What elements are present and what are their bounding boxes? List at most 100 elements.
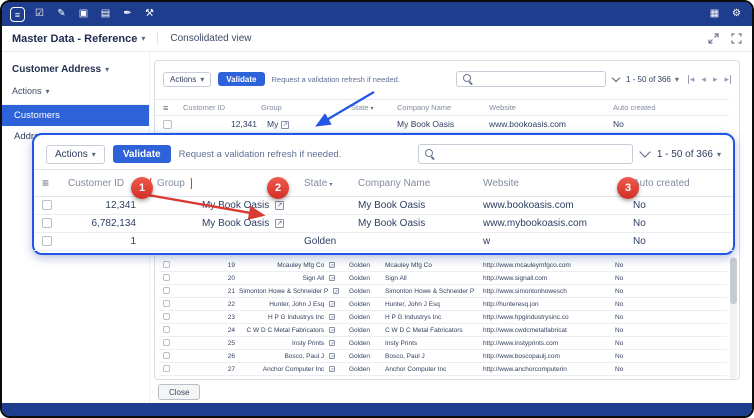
external-link-icon[interactable]: ↗: [329, 314, 335, 320]
table-row: 27Anchor Computer Inc ↗GoldenAnchor Comp…: [159, 363, 727, 376]
column-website[interactable]: Website: [481, 178, 631, 189]
expand-icon[interactable]: [708, 33, 719, 44]
scrollbar-thumb[interactable]: [730, 258, 737, 304]
table-row: 6,782,134My Book Oasis ↗My Book Oasiswww…: [34, 215, 733, 233]
row-select[interactable]: [40, 236, 66, 247]
row-select[interactable]: [40, 200, 66, 211]
row-checkbox[interactable]: [42, 218, 52, 228]
row-checkbox[interactable]: [42, 200, 52, 210]
cell-auto-created: No: [631, 200, 729, 211]
row-select[interactable]: [161, 365, 177, 372]
chevron-down-icon[interactable]: [639, 146, 650, 157]
table-row: 21Simonton Howe & Schneider P ↗GoldenSim…: [159, 285, 727, 298]
cell-group: My Book Oasis ↗: [148, 200, 294, 211]
external-link-icon[interactable]: ↗: [333, 288, 339, 294]
row-select[interactable]: [161, 287, 177, 294]
copy-icon[interactable]: ▣: [76, 7, 91, 22]
cell-group: Simonton Howe & Schneider P ↗: [237, 288, 341, 295]
row-select[interactable]: [161, 119, 181, 129]
column-menu-icon[interactable]: ≡: [42, 176, 49, 190]
prev-page-icon[interactable]: ◂: [701, 75, 706, 84]
pagination-range[interactable]: 1 - 50 of 366 ▾: [657, 149, 721, 160]
row-select[interactable]: [161, 339, 177, 346]
pagination-range-label: 1 - 50 of 366: [626, 75, 671, 84]
sidebar-actions-menu[interactable]: Actions ▾: [2, 79, 149, 105]
column-auto-created[interactable]: Auto created: [611, 103, 681, 112]
external-link-icon[interactable]: ↗: [329, 327, 335, 333]
tools-icon[interactable]: ⚒: [142, 7, 157, 22]
row-checkbox[interactable]: [163, 326, 170, 333]
close-button[interactable]: Close: [158, 384, 200, 400]
actions-button[interactable]: Actions ▾: [163, 72, 211, 87]
search-input[interactable]: [456, 71, 606, 87]
external-link-icon[interactable]: ↗: [329, 275, 335, 281]
column-website[interactable]: Website: [487, 103, 611, 112]
external-link-icon[interactable]: ↗: [275, 219, 284, 228]
external-link-icon[interactable]: ↗: [329, 366, 335, 372]
cell-company: My Book Oasis: [395, 119, 487, 129]
row-checkbox[interactable]: [42, 236, 52, 246]
row-checkbox[interactable]: [163, 339, 170, 346]
row-select[interactable]: [161, 261, 177, 268]
row-select[interactable]: [161, 274, 177, 281]
tasks-icon[interactable]: ☑: [32, 7, 47, 22]
search-input[interactable]: [418, 144, 633, 164]
row-checkbox[interactable]: [163, 261, 170, 268]
external-link-icon[interactable]: ↗: [281, 121, 289, 129]
external-link-icon[interactable]: ↗: [329, 353, 335, 359]
first-page-icon[interactable]: ◂: [688, 75, 695, 84]
external-link-icon[interactable]: ↗: [275, 201, 284, 210]
external-link-icon[interactable]: ↗: [329, 262, 335, 268]
column-company-name[interactable]: Company Name: [395, 103, 487, 112]
column-auto-created[interactable]: Auto created: [631, 178, 729, 189]
settings-gear-icon[interactable]: ⚙: [729, 7, 744, 22]
cell-auto-created: No: [613, 262, 673, 269]
column-group[interactable]: Group: [259, 103, 349, 112]
row-checkbox[interactable]: [163, 274, 170, 281]
pagination-range[interactable]: 1 - 50 of 366 ▾: [626, 75, 679, 84]
row-select[interactable]: [161, 300, 177, 307]
row-select[interactable]: [40, 218, 66, 229]
external-link-icon[interactable]: ↗: [329, 340, 335, 346]
cell-website: http://www.hpgindustrysinc.co: [481, 314, 613, 321]
sidebar-title-row[interactable]: Customer Address ▾: [2, 60, 149, 79]
actions-button-label: Actions: [55, 149, 88, 160]
row-checkbox[interactable]: [163, 313, 170, 320]
sidebar-title: Customer Address: [12, 64, 101, 75]
cell-website: http://www.cwdcmetalfabricat: [481, 327, 613, 334]
row-select[interactable]: [161, 313, 177, 320]
validate-button[interactable]: Validate: [218, 72, 264, 86]
next-page-icon[interactable]: ▸: [713, 75, 718, 84]
fullscreen-icon[interactable]: [731, 33, 742, 44]
apps-grid-icon[interactable]: ▦: [707, 7, 722, 22]
caret-down-icon[interactable]: ▾: [141, 34, 145, 43]
cell-auto-created: No: [611, 119, 681, 129]
pen-icon[interactable]: ✒: [120, 7, 135, 22]
vertical-scrollbar[interactable]: [730, 257, 737, 379]
chevron-down-icon[interactable]: [612, 73, 620, 81]
row-checkbox[interactable]: [163, 365, 170, 372]
last-page-icon[interactable]: ▸: [724, 75, 731, 84]
row-checkbox[interactable]: [163, 352, 170, 359]
row-checkbox[interactable]: [163, 287, 170, 294]
cell-group: My↗: [259, 119, 349, 129]
compose-icon[interactable]: ✎: [54, 7, 69, 22]
row-select[interactable]: [161, 326, 177, 333]
column-menu-icon[interactable]: ≡: [163, 103, 168, 113]
document-icon[interactable]: ▤: [98, 7, 113, 22]
sidebar-item-customers[interactable]: Customers: [2, 105, 149, 126]
actions-button[interactable]: Actions ▾: [46, 145, 105, 164]
validate-button[interactable]: Validate: [113, 145, 171, 163]
row-checkbox[interactable]: [163, 120, 172, 129]
column-state[interactable]: State▾: [294, 178, 356, 189]
external-link-icon[interactable]: ↗: [329, 301, 335, 307]
column-customer-id[interactable]: Customer ID: [181, 103, 259, 112]
column-company-name[interactable]: Company Name: [356, 178, 481, 189]
cell-customer-id: 1: [66, 236, 148, 247]
cell-customer-id: 22: [177, 301, 237, 308]
column-state[interactable]: State▾: [349, 103, 395, 112]
app-menu-icon[interactable]: ≡: [10, 7, 25, 22]
row-select[interactable]: [161, 352, 177, 359]
cell-website: http://www.instyprints.com: [481, 340, 613, 347]
row-checkbox[interactable]: [163, 300, 170, 307]
